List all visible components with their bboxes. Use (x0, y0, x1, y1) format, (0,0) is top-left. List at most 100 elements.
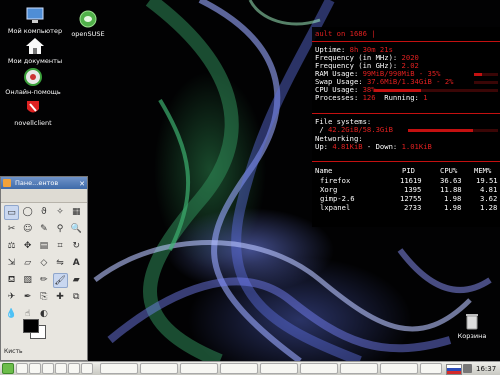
taskbar-window-button[interactable] (340, 363, 378, 374)
ram-usage-bar (474, 73, 482, 76)
ellipse-select-tool-icon[interactable]: ◯ (20, 205, 35, 220)
tray-icon[interactable] (463, 364, 472, 373)
move-tool-icon[interactable]: ✥ (20, 239, 35, 254)
flip-tool-icon[interactable]: ⇋ (53, 256, 68, 271)
toolbox-menubar[interactable] (1, 189, 87, 203)
taskbar-window-button[interactable] (140, 363, 178, 374)
scale-tool-icon[interactable]: ⇲ (4, 256, 19, 271)
taskbar-launcher[interactable] (29, 363, 41, 374)
ink-tool-icon[interactable]: ✒ (20, 290, 35, 305)
desktop-icon-online-help[interactable]: Онлайн-помощь (0, 68, 68, 96)
proc-header-name: Name (315, 166, 333, 175)
paths-tool-icon[interactable]: ✎ (36, 222, 51, 237)
proc-row-mem: 4.81 (480, 185, 498, 194)
desktop-icon-label: openSUSE (71, 30, 105, 38)
foreground-select-tool-icon[interactable]: ☺ (20, 222, 35, 237)
trash-icon (462, 312, 482, 330)
conky-system-monitor: ault on 1686 | Uptime: 8h 30m 21s Freque… (312, 27, 500, 227)
proc-row-name: firefox (320, 176, 351, 185)
desktop-icon-trash[interactable]: Корзина (437, 312, 500, 340)
text-tool-icon[interactable]: A (69, 256, 84, 271)
taskbar-window-button[interactable] (380, 363, 418, 374)
taskbar-window-button[interactable] (100, 363, 138, 374)
fuzzy-select-tool-icon[interactable]: ✧ (53, 205, 68, 220)
swap-bar-track (474, 81, 498, 84)
proc-header-mem: MEM% (474, 166, 492, 175)
taskbar-window-button[interactable] (420, 363, 442, 374)
toolbox-title: Пане...ентов (15, 179, 59, 187)
conky-divider (312, 113, 500, 114)
active-tool-label: Кисть (4, 348, 23, 355)
opensuse-icon (78, 10, 98, 28)
proc-header-cpu: CPU% (440, 166, 458, 175)
help-icon (23, 68, 43, 86)
shear-tool-icon[interactable]: ▱ (20, 256, 35, 271)
desktop-icon-my-documents[interactable]: Мои документы (0, 37, 70, 65)
proc-header-pid: PID (402, 166, 415, 175)
keyboard-layout-flag-icon[interactable] (446, 364, 462, 375)
taskbar-launcher[interactable] (68, 363, 80, 374)
airbrush-tool-icon[interactable]: ✈ (4, 290, 19, 305)
desktop-icon-label: Корзина (457, 332, 487, 340)
eraser-tool-icon[interactable]: ▰ (69, 273, 84, 288)
blend-tool-icon[interactable]: ▧ (20, 273, 35, 288)
taskbar-launcher[interactable] (81, 363, 93, 374)
proc-row-name: Xorg (320, 185, 338, 194)
taskbar-window-button[interactable] (260, 363, 298, 374)
color-swatches[interactable] (23, 319, 46, 339)
rect-select-tool-icon[interactable]: ▭ (4, 205, 19, 220)
conky-processes-row: Processes: 126 Running: 1 (315, 93, 428, 102)
taskbar-window-button[interactable] (300, 363, 338, 374)
bucket-fill-tool-icon[interactable]: ⛾ (4, 273, 19, 288)
gimp-toolbox-window[interactable]: Пане...ентов ✕ ▭ ◯ ϑ ✧ ▦ ✂ ☺ ✎ ⚲ 🔍 ⚖ ✥ ▤… (0, 176, 88, 361)
proc-row-name: gimp-2.6 (320, 194, 355, 203)
desktop-icon-opensuse[interactable]: openSUSE (53, 10, 123, 38)
align-tool-icon[interactable]: ▤ (36, 239, 51, 254)
novell-icon (23, 99, 43, 117)
crop-tool-icon[interactable]: ⌗ (53, 239, 68, 254)
proc-row-cpu: 11.88 (440, 185, 462, 194)
gimp-app-icon (3, 179, 11, 187)
conky-net-row: Up: 4.81KiB - Down: 1.01KiB (315, 142, 432, 151)
proc-row-cpu: 1.98 (444, 194, 462, 203)
proc-row-pid: 1395 (404, 185, 422, 194)
clock[interactable]: 16:37 (476, 363, 496, 375)
perspective-tool-icon[interactable]: ◇ (36, 256, 51, 271)
perspective-clone-tool-icon[interactable]: ⧉ (69, 290, 84, 305)
proc-row-cpu: 1.98 (444, 203, 462, 212)
conky-header: ault on 1686 | (315, 29, 376, 38)
desktop-icon-label: Мои документы (7, 57, 63, 65)
home-folder-icon (25, 37, 45, 55)
desktop-icon-novellclient[interactable]: novellclient (0, 99, 68, 127)
pencil-tool-icon[interactable]: ✏ (36, 273, 51, 288)
select-by-color-tool-icon[interactable]: ▦ (69, 205, 84, 220)
color-picker-tool-icon[interactable]: ⚲ (53, 222, 68, 237)
taskbar-window-button[interactable] (220, 363, 258, 374)
zoom-tool-icon[interactable]: 🔍 (69, 222, 84, 237)
taskbar-launcher[interactable] (16, 363, 28, 374)
fs-usage-bar (408, 129, 473, 132)
desktop-icon-label: Онлайн-помощь (5, 88, 61, 96)
rotate-tool-icon[interactable]: ↻ (69, 239, 84, 254)
foreground-color-swatch[interactable] (23, 319, 39, 333)
free-select-tool-icon[interactable]: ϑ (36, 205, 51, 220)
proc-row-pid: 2733 (404, 203, 422, 212)
start-menu-button[interactable] (2, 363, 14, 374)
conky-fs-row: / 42.2GiB/58.3GiB (319, 125, 393, 134)
proc-row-mem: 19.51 (476, 176, 498, 185)
clone-tool-icon[interactable]: ⎘ (36, 290, 51, 305)
computer-icon (25, 7, 45, 25)
blur-tool-icon[interactable]: 💧 (4, 307, 19, 322)
toolbox-titlebar[interactable]: Пане...ентов ✕ (1, 177, 87, 189)
paintbrush-tool-icon[interactable]: 🖌 (52, 273, 68, 288)
measure-tool-icon[interactable]: ⚖ (4, 239, 19, 254)
heal-tool-icon[interactable]: ✚ (53, 290, 68, 305)
taskbar-window-button[interactable] (180, 363, 218, 374)
taskbar-launcher[interactable] (55, 363, 67, 374)
scissors-tool-icon[interactable]: ✂ (4, 222, 19, 237)
taskbar-launcher[interactable] (42, 363, 54, 374)
desktop[interactable]: Мой компьютер Мои документы Онлайн-помощ… (0, 0, 500, 361)
proc-row-cpu: 36.63 (440, 176, 462, 185)
cpu-usage-bar (374, 89, 421, 92)
desktop-icon-label: novellclient (14, 119, 52, 127)
